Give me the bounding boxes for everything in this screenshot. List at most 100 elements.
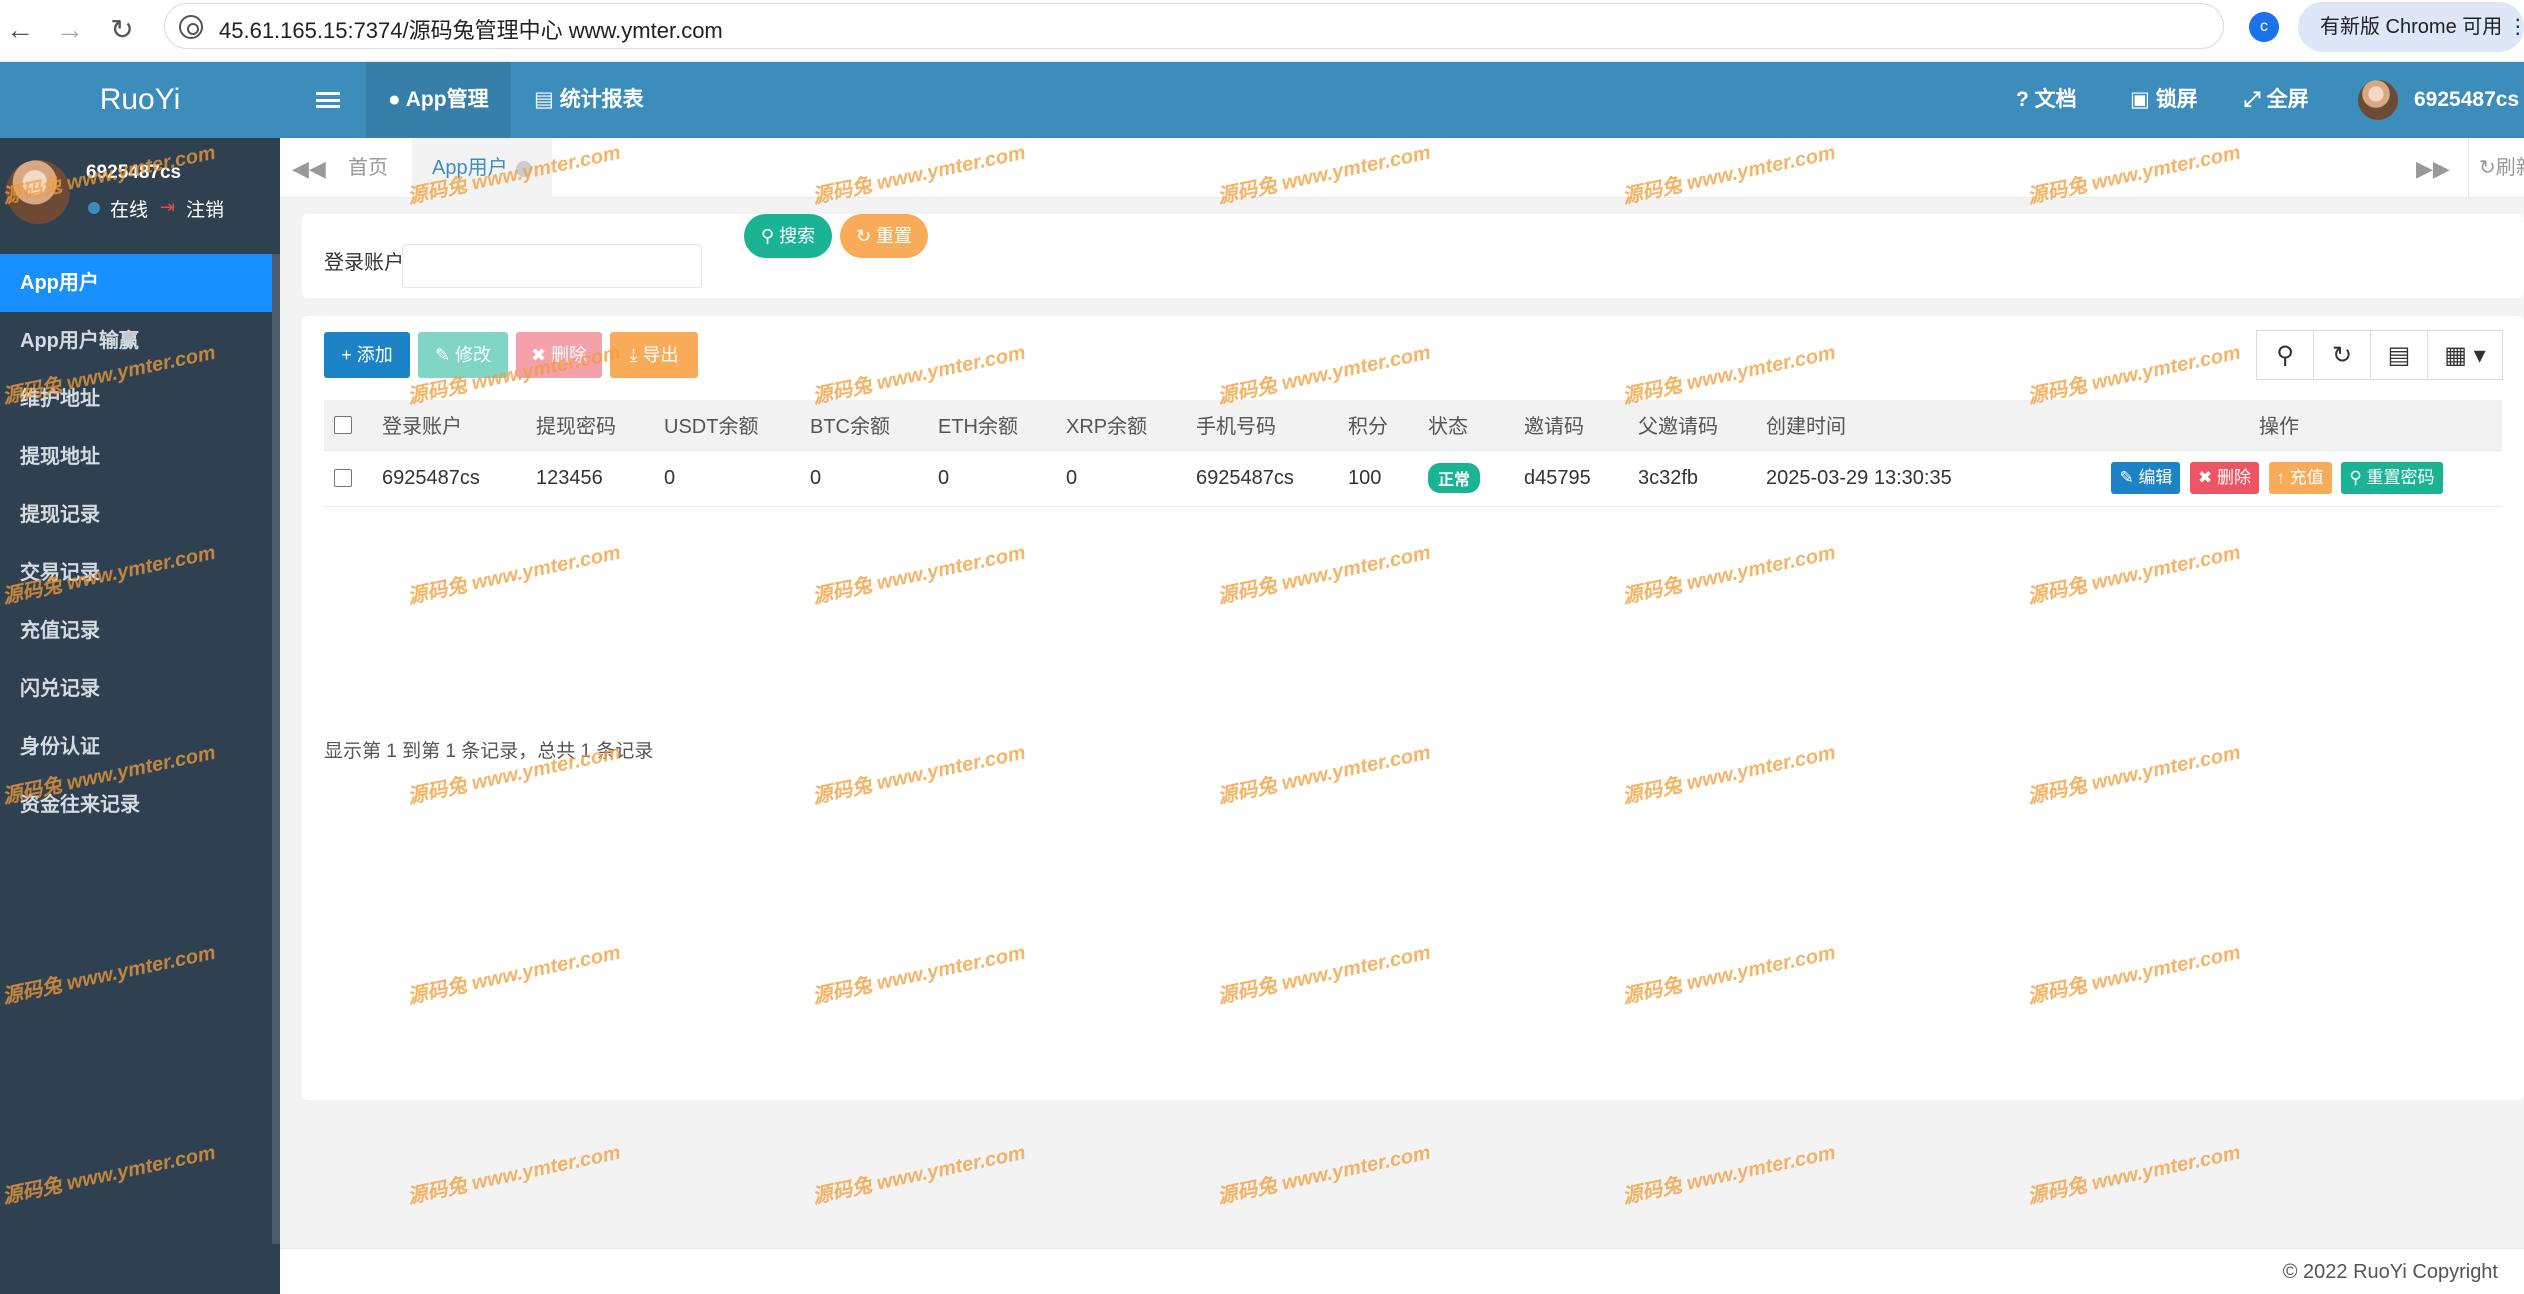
copyright-text: © 2022 RuoYi Copyright: [2282, 1261, 2498, 1283]
column-header[interactable]: USDT余额: [654, 400, 800, 451]
cell-phone: 6925487cs: [1186, 450, 1338, 507]
toggle-search-icon[interactable]: ⚲: [2256, 330, 2314, 380]
export-button[interactable]: ⤓ 导出: [610, 332, 698, 378]
tabs-scroll-right-icon[interactable]: ▶▶: [2416, 156, 2450, 182]
tab-home[interactable]: 首页: [328, 138, 408, 198]
online-status-icon: [88, 202, 100, 214]
column-header[interactable]: 父邀请码: [1628, 400, 1756, 451]
sidebar-item-fund-flow[interactable]: 资金往来记录: [0, 776, 280, 834]
table-panel: + 添加 ✎ 修改 ✖ 删除 ⤓ 导出 ⚲ ↻ ▤ ▦ ▾ 登录账户 提现密码 …: [302, 316, 2524, 1100]
sidebar-item-maintain-address[interactable]: 维护地址: [0, 370, 280, 428]
row-reset-password-button[interactable]: ⚲ 重置密码: [2341, 462, 2443, 494]
pagination-info: 显示第 1 到第 1 条记录，总共 1 条记录: [324, 741, 654, 762]
column-header[interactable]: 积分: [1338, 400, 1418, 451]
sidebar-item-app-user-winloss[interactable]: App用户输赢: [0, 312, 280, 370]
row-select-cell: [324, 450, 372, 507]
back-icon[interactable]: ←: [0, 10, 40, 50]
online-status-text: 在线: [110, 200, 149, 221]
logout-link[interactable]: 注销: [186, 195, 224, 222]
docs-link[interactable]: ? 文档: [2016, 62, 2077, 138]
toggle-view-icon[interactable]: ▤: [2370, 330, 2428, 380]
refresh-table-icon[interactable]: ↻: [2313, 330, 2371, 380]
menu-toggle-icon[interactable]: [316, 92, 340, 108]
table-row: 6925487cs 123456 0 0 0 0 6925487cs 100 正…: [324, 450, 2502, 507]
search-button[interactable]: ⚲ 搜索: [744, 214, 832, 258]
tabs-scroll-left-icon[interactable]: ◀◀: [292, 156, 326, 182]
site-info-icon[interactable]: [179, 15, 203, 39]
sidebar-menu: App用户 App用户输赢 维护地址 提现地址 提现记录 交易记录 充值记录 闪…: [0, 254, 280, 834]
forward-icon[interactable]: →: [50, 10, 90, 50]
url-text[interactable]: 45.61.165.15:7374/源码兔管理中心 www.ymter.com: [219, 13, 723, 45]
column-header[interactable]: ETH余额: [928, 400, 1056, 451]
browser-toolbar: ← → ↻ 45.61.165.15:7374/源码兔管理中心 www.ymte…: [0, 0, 2524, 62]
lock-icon: ▣: [2130, 88, 2156, 111]
sidebar-item-trade-records[interactable]: 交易记录: [0, 544, 280, 602]
refresh-icon: ↻: [855, 226, 877, 246]
chrome-update-button[interactable]: 有新版 Chrome 可用 ⋮: [2298, 2, 2524, 52]
column-header[interactable]: 登录账户: [372, 400, 526, 451]
close-icon[interactable]: [515, 160, 532, 177]
app-logo[interactable]: RuoYi: [0, 62, 280, 138]
close-icon: ✖: [530, 345, 552, 365]
tab-statistics[interactable]: ▤ 统计报表: [512, 62, 666, 138]
cell-invite-code: d45795: [1514, 450, 1628, 507]
logout-icon[interactable]: ⇥: [160, 197, 175, 218]
tab-app-users[interactable]: App用户: [412, 138, 552, 198]
column-header[interactable]: XRP余额: [1056, 400, 1186, 451]
sidebar-item-app-users[interactable]: App用户: [0, 254, 280, 312]
recharge-icon: ↑: [2276, 468, 2290, 487]
header-avatar[interactable]: [2358, 80, 2398, 120]
address-bar[interactable]: 45.61.165.15:7374/源码兔管理中心 www.ymter.com: [164, 3, 2224, 49]
lock-screen-link[interactable]: ▣ 锁屏: [2130, 62, 2198, 138]
cell-btc: 0: [800, 450, 928, 507]
cell-parent-invite-code: 3c32fb: [1628, 450, 1756, 507]
row-edit-button[interactable]: ✎ 编辑: [2111, 462, 2181, 494]
search-form: 登录账户： ⚲ 搜索 ↻ 重置: [302, 214, 2524, 298]
row-checkbox[interactable]: [334, 469, 352, 488]
user-panel: 6925487cs 在线 ⇥ 注销: [0, 138, 280, 254]
column-header[interactable]: 创建时间: [1756, 400, 2056, 451]
top-header: ● App管理 ▤ 统计报表 ? 文档 ▣ 锁屏 ⤢ 全屏 6925487cs: [280, 62, 2524, 138]
cell-usdt: 0: [654, 450, 800, 507]
sidebar-scrollbar[interactable]: [272, 254, 280, 1244]
tab-app-management[interactable]: ● App管理: [366, 62, 511, 138]
select-all-checkbox[interactable]: [334, 415, 352, 434]
reset-button[interactable]: ↻ 重置: [840, 214, 928, 258]
cell-withdraw-password: 123456: [526, 450, 654, 507]
cell-account: 6925487cs: [372, 450, 526, 507]
sidebar-item-withdraw-address[interactable]: 提现地址: [0, 428, 280, 486]
delete-button[interactable]: ✖ 删除: [516, 332, 602, 378]
column-header[interactable]: 提现密码: [526, 400, 654, 451]
row-delete-button[interactable]: ✖ 删除: [2190, 462, 2259, 494]
edit-button[interactable]: ✎ 修改: [418, 332, 508, 378]
sidebar-item-recharge-records[interactable]: 充值记录: [0, 602, 280, 660]
account-search-input[interactable]: [402, 244, 702, 288]
table-header-row: 登录账户 提现密码 USDT余额 BTC余额 ETH余额 XRP余额 手机号码 …: [324, 400, 2502, 451]
header-user-name[interactable]: 6925487cs: [2414, 62, 2519, 138]
column-header[interactable]: 手机号码: [1186, 400, 1338, 451]
sidebar-item-flash-exchange[interactable]: 闪兑记录: [0, 660, 280, 718]
sidebar-item-withdraw-records[interactable]: 提现记录: [0, 486, 280, 544]
column-header[interactable]: 状态: [1418, 400, 1514, 451]
sidebar-item-identity-verify[interactable]: 身份认证: [0, 718, 280, 776]
cell-created-time: 2025-03-29 13:30:35: [1756, 450, 2056, 507]
refresh-icon: ↻: [2479, 157, 2496, 179]
fullscreen-link[interactable]: ⤢ 全屏: [2244, 62, 2309, 138]
add-button[interactable]: + 添加: [324, 332, 410, 378]
columns-dropdown-icon[interactable]: ▦ ▾: [2427, 330, 2503, 380]
download-icon: ⤓: [629, 345, 643, 365]
column-header[interactable]: BTC余额: [800, 400, 928, 451]
column-header[interactable]: 邀请码: [1514, 400, 1628, 451]
footer: © 2022 RuoYi Copyright: [280, 1248, 2524, 1294]
row-recharge-button[interactable]: ↑ 充值: [2268, 462, 2332, 494]
cell-actions: ✎ 编辑 ✖ 删除 ↑ 充值 ⚲ 重置密码: [2056, 450, 2502, 507]
sidebar: RuoYi 6925487cs 在线 ⇥ 注销 App用户 App用户输赢 维护…: [0, 62, 280, 1294]
reload-icon[interactable]: ↻: [102, 10, 142, 50]
key-icon: ⚲: [2349, 468, 2367, 487]
column-header: 操作: [2056, 400, 2502, 451]
extension-icon[interactable]: c: [2249, 12, 2279, 42]
cell-points: 100: [1338, 450, 1418, 507]
refresh-tab-button[interactable]: ↻刷新: [2468, 138, 2524, 198]
status-badge: 正常: [1428, 463, 1481, 493]
cell-eth: 0: [928, 450, 1056, 507]
